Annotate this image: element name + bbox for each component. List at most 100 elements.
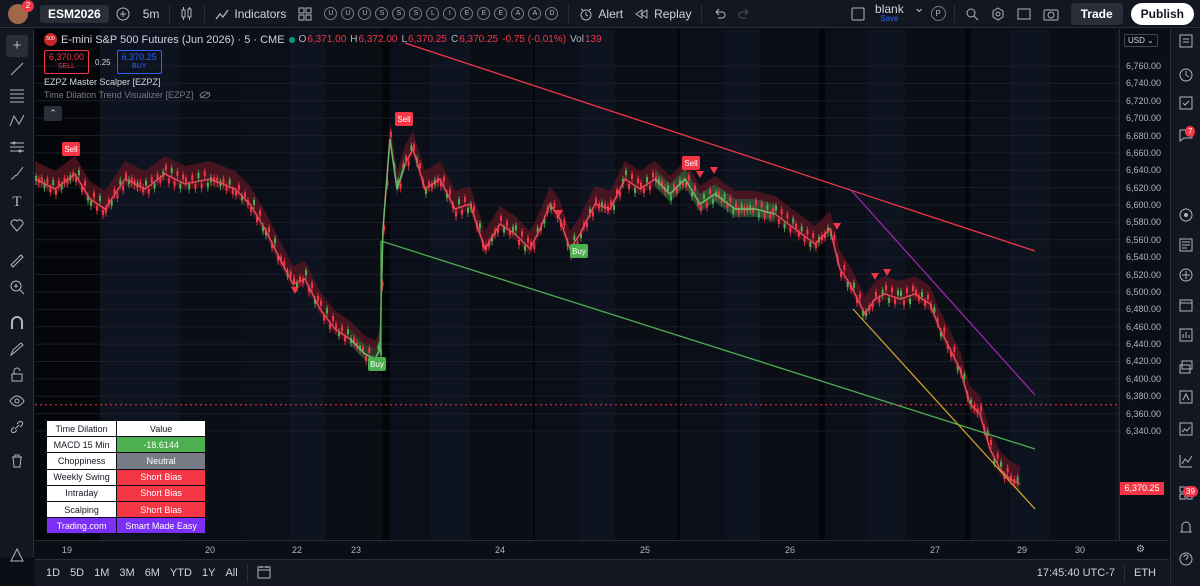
trade-button[interactable]: Trade	[1070, 2, 1123, 25]
trash-icon[interactable]	[6, 453, 28, 475]
interval-button[interactable]: 5m	[137, 0, 166, 28]
heart-icon[interactable]	[6, 217, 28, 239]
data-window-icon[interactable]	[1176, 95, 1196, 115]
hidden-eye-icon[interactable]	[198, 91, 211, 99]
quick-marker-9[interactable]: E	[477, 7, 491, 20]
trend-line-icon[interactable]	[6, 61, 28, 83]
symbol-search[interactable]: ESM2026	[40, 4, 109, 23]
range-button-5d[interactable]: 5D	[65, 567, 89, 579]
lock-icon[interactable]	[6, 367, 28, 389]
currency-selector[interactable]: USD ⌄	[1124, 34, 1158, 47]
price-tick: 6,520.00	[1126, 269, 1162, 280]
alert-label: Alert	[598, 6, 624, 21]
avatar[interactable]: 2	[8, 0, 34, 24]
compare-icon[interactable]	[109, 0, 137, 28]
candle-body	[145, 180, 147, 186]
alert-button[interactable]: Alert	[573, 0, 629, 28]
indicator-ezpz-master-scalper[interactable]: EZPZ Master Scalper [EZPZ]	[44, 77, 602, 87]
brush-icon[interactable]	[6, 165, 28, 187]
quick-marker-10[interactable]: E	[494, 7, 508, 20]
ideas-icon[interactable]	[1176, 267, 1196, 287]
pine-editor-icon[interactable]	[1176, 389, 1196, 409]
range-button-6m[interactable]: 6M	[140, 567, 165, 579]
candle-body	[1000, 461, 1002, 467]
strategy-tester-icon[interactable]	[1176, 421, 1196, 441]
time-axis[interactable]: 19 20 22 23 24 25 26 27 29 30 ⚙	[35, 540, 1169, 559]
trend-chart-icon[interactable]	[1176, 453, 1196, 473]
link-icon[interactable]	[6, 419, 28, 441]
quick-marker-8[interactable]: E	[460, 7, 474, 20]
pattern-icon[interactable]	[6, 113, 28, 135]
quick-marker-13[interactable]: D	[545, 7, 559, 20]
candle-body	[197, 173, 200, 179]
eye-icon[interactable]	[6, 393, 28, 415]
indicator-time-dilation[interactable]: Time Dilation Trend Visualizer [EZPZ]	[44, 90, 602, 100]
range-button-1d[interactable]: 1D	[41, 567, 65, 579]
quick-marker-4[interactable]: S	[392, 7, 406, 20]
layout-menu-chevron-icon[interactable]: ⌄	[908, 0, 931, 28]
chart-legend: 500 E-mini S&P 500 Futures (Jun 2026) · …	[44, 33, 602, 121]
range-button-all[interactable]: All	[220, 567, 242, 579]
buy-button[interactable]: 6,370.25 BUY	[116, 50, 162, 74]
layout-square-icon[interactable]	[845, 0, 871, 28]
quick-marker-1[interactable]: U	[341, 7, 355, 20]
indicators-button[interactable]: Indicators	[209, 0, 292, 28]
ohlc-close: 6,370.25	[459, 34, 499, 45]
layout-name-button[interactable]: blank Save	[875, 3, 904, 24]
session-label[interactable]: ETH	[1129, 567, 1161, 579]
symbol-title[interactable]: E-mini S&P 500 Futures (Jun 2026) · 5 · …	[61, 34, 285, 46]
collapse-legend-icon[interactable]: ⌃	[44, 106, 62, 121]
profile-p-button[interactable]: P	[930, 6, 946, 21]
magnet-icon[interactable]	[6, 315, 28, 337]
ruler-icon[interactable]	[6, 253, 28, 275]
quick-marker-11[interactable]: A	[511, 7, 525, 20]
candle-body	[521, 231, 523, 237]
calendar-icon[interactable]	[1176, 297, 1196, 317]
range-button-1y[interactable]: 1Y	[197, 567, 220, 579]
camera-icon[interactable]	[1037, 0, 1065, 28]
replay-button[interactable]: Replay	[629, 0, 697, 28]
fib-retracement-icon[interactable]	[6, 87, 28, 109]
candle-body	[206, 182, 209, 188]
ohlc-l-label: L	[401, 34, 408, 45]
undo-icon[interactable]	[706, 0, 732, 28]
publish-button[interactable]: Publish	[1130, 2, 1194, 25]
table-footer-brand[interactable]: Trading.com	[45, 517, 118, 535]
alerts-clock-icon[interactable]	[1176, 67, 1196, 87]
settings-gear-icon[interactable]	[985, 0, 1011, 28]
sell-button[interactable]: 6,370.00 SELL	[44, 50, 90, 74]
date-range-calendar-icon[interactable]	[252, 565, 276, 582]
fullscreen-icon[interactable]	[1011, 0, 1037, 28]
quick-marker-2[interactable]: U	[358, 7, 372, 20]
indicator-templates-icon[interactable]	[292, 0, 318, 28]
help-icon[interactable]	[1176, 551, 1196, 571]
quick-marker-12[interactable]: A	[528, 7, 542, 20]
quick-marker-5[interactable]: S	[409, 7, 423, 20]
object-tree-icon[interactable]	[6, 547, 28, 569]
notifications-icon[interactable]	[1176, 519, 1196, 539]
range-button-1m[interactable]: 1M	[89, 567, 114, 579]
quick-marker-7[interactable]: I	[443, 7, 457, 20]
redo-icon[interactable]	[732, 0, 758, 28]
range-button-ytd[interactable]: YTD	[165, 567, 197, 579]
layers-icon[interactable]	[1176, 359, 1196, 379]
candle-body	[652, 172, 654, 178]
price-axis[interactable]: USD ⌄ 6,760.00 6,740.00 6,720.00 6,700.00 6,…	[1119, 29, 1169, 540]
target-icon[interactable]	[1176, 207, 1196, 227]
crosshair-icon[interactable]: +	[6, 35, 28, 57]
quick-marker-6[interactable]: L	[426, 7, 440, 20]
clock-time[interactable]: 17:45:40 UTC-7	[1032, 567, 1120, 579]
watchlist-icon[interactable]	[1176, 33, 1196, 53]
pencil-lock-icon[interactable]	[6, 341, 28, 363]
screener-icon[interactable]	[1176, 327, 1196, 347]
news-icon[interactable]	[1176, 237, 1196, 257]
text-tool-icon[interactable]: T	[6, 191, 28, 213]
quick-search-icon[interactable]	[959, 0, 985, 28]
axis-settings-gear-icon[interactable]: ⚙	[1136, 544, 1145, 555]
quick-marker-0[interactable]: U	[324, 7, 338, 20]
candles-icon[interactable]	[174, 0, 200, 28]
forecasting-icon[interactable]	[6, 139, 28, 161]
quick-marker-3[interactable]: S	[375, 7, 389, 20]
range-button-3m[interactable]: 3M	[114, 567, 139, 579]
zoom-in-icon[interactable]	[6, 279, 28, 301]
